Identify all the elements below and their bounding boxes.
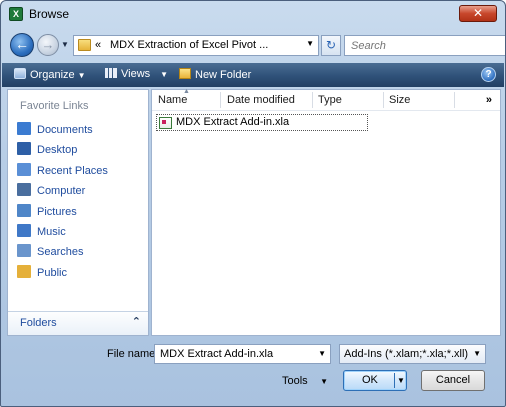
forward-arrow-icon: → [41, 37, 55, 52]
cancel-button[interactable]: Cancel [421, 370, 485, 391]
file-type-value: Add-Ins (*.xlam;*.xla;*.xll) [344, 348, 469, 360]
ok-button[interactable]: OK ▼ [343, 370, 407, 391]
new-folder-icon [179, 68, 191, 79]
views-button[interactable]: Views ▼ [105, 68, 168, 80]
file-name: MDX Extract Add-in.xla [176, 116, 290, 128]
sidebar-item-label: Public [37, 266, 67, 279]
chevron-down-icon[interactable]: ▼ [397, 376, 405, 385]
back-button[interactable]: ← [10, 33, 34, 57]
address-dropdown-icon[interactable]: ▼ [306, 39, 314, 48]
search-box[interactable]: ⚲ [344, 35, 505, 56]
sidebar-item-documents[interactable]: Documents [8, 121, 148, 141]
sidebar-item-label: Computer [37, 185, 86, 198]
new-folder-label: New Folder [195, 69, 252, 81]
recent-places-icon [17, 162, 31, 176]
column-divider[interactable] [220, 92, 221, 108]
folders-label: Folders [20, 317, 57, 329]
forward-button[interactable]: → [37, 34, 59, 56]
sidebar-item-computer[interactable]: Computer [8, 182, 148, 202]
sidebar-item-pictures[interactable]: Pictures [8, 203, 148, 223]
organize-icon [14, 68, 26, 79]
sidebar-item-music[interactable]: Music [8, 223, 148, 243]
file-row[interactable]: MDX Extract Add-in.xla [156, 114, 368, 131]
organize-button[interactable]: Organize ▼ [14, 68, 86, 81]
chevron-down-icon: ▼ [320, 377, 328, 386]
address-row: ← → ▼ « MDX Extraction of Excel Pivot ..… [1, 29, 505, 61]
file-name-combobox[interactable]: ▼ [154, 344, 331, 364]
back-arrow-icon: ← [15, 36, 29, 52]
file-type-select[interactable]: Add-Ins (*.xlam;*.xla;*.xll) ▼ [339, 344, 486, 364]
chevron-down-icon: ▼ [77, 71, 86, 80]
window-title: Browse [29, 7, 70, 21]
folder-icon [78, 39, 91, 51]
music-icon [17, 223, 31, 237]
column-header-type[interactable]: Type [318, 94, 342, 106]
sidebar-item-desktop[interactable]: Desktop [8, 141, 148, 161]
address-bar[interactable]: « MDX Extraction of Excel Pivot ... ▼ [73, 35, 319, 56]
search-input[interactable] [349, 37, 489, 55]
column-header-name[interactable]: Name [158, 94, 187, 106]
title-bar[interactable]: X Browse ✕ [1, 1, 505, 27]
excel-addin-file-icon [159, 117, 172, 129]
searches-icon [17, 244, 31, 258]
chevron-up-icon: ⌃ [131, 316, 141, 328]
navigation-pane: Favorite Links Documents Desktop Recent Pl… [7, 89, 149, 336]
new-folder-button[interactable]: New Folder [179, 68, 251, 81]
refresh-button[interactable]: ↻ [321, 35, 341, 56]
computer-icon [17, 183, 31, 197]
documents-icon [17, 122, 31, 135]
views-icon [105, 68, 117, 78]
desktop-icon [17, 142, 31, 156]
ok-label: OK [362, 374, 378, 386]
file-list-pane: Name ▲ Date modified Type Size » MDX Ext… [151, 88, 501, 336]
sidebar-item-public[interactable]: Public [8, 264, 148, 284]
sidebar-item-label: Music [37, 225, 66, 238]
column-header-size[interactable]: Size [389, 94, 410, 106]
close-button[interactable]: ✕ [459, 5, 497, 22]
history-dropdown-icon[interactable]: ▼ [61, 40, 69, 49]
favorite-links-list: Documents Desktop Recent Places Computer Pic… [8, 121, 148, 284]
tools-label: Tools [282, 375, 308, 387]
column-header-date-modified[interactable]: Date modified [227, 94, 295, 106]
sidebar-item-searches[interactable]: Searches [8, 243, 148, 263]
sidebar-item-label: Recent Places [37, 164, 108, 177]
file-name-input[interactable] [158, 346, 308, 362]
split-divider [394, 373, 395, 388]
chevron-down-icon: ▼ [160, 70, 169, 79]
address-path[interactable]: MDX Extraction of Excel Pivot ... [110, 39, 268, 51]
views-label: Views [121, 68, 151, 80]
column-divider[interactable] [312, 92, 313, 108]
help-icon: ? [485, 69, 492, 80]
favorite-links-header: Favorite Links [20, 100, 89, 112]
column-divider[interactable] [454, 92, 455, 108]
sidebar-item-label: Searches [37, 246, 84, 259]
column-divider[interactable] [383, 92, 384, 108]
pictures-icon [17, 203, 31, 217]
sidebar-item-label: Documents [37, 124, 93, 136]
help-button[interactable]: ? [481, 67, 496, 82]
file-name-label: File name: [107, 348, 159, 360]
browse-dialog: X Browse ✕ ← → ▼ « MDX Extraction of Exc… [0, 0, 506, 407]
sort-ascending-icon: ▲ [183, 88, 190, 95]
organize-label: Organize [30, 69, 75, 81]
command-toolbar: Organize ▼ Views ▼ New Folder ? [2, 63, 504, 87]
sidebar-item-label: Pictures [37, 205, 77, 218]
sidebar-item-label: Desktop [37, 144, 78, 157]
column-headers: Name ▲ Date modified Type Size » [152, 88, 500, 111]
tools-button[interactable]: Tools ▼ [279, 372, 331, 392]
excel-app-icon: X [9, 7, 23, 21]
chevron-down-icon[interactable]: ▼ [318, 349, 326, 358]
folders-toggle[interactable]: Folders ⌃ [8, 311, 148, 335]
refresh-icon: ↻ [325, 38, 337, 52]
chevron-down-icon: ▼ [473, 349, 481, 358]
path-overflow-chevron[interactable]: « [95, 39, 101, 51]
public-folder-icon [17, 264, 31, 278]
close-icon: ✕ [472, 6, 484, 20]
sidebar-item-recent-places[interactable]: Recent Places [8, 162, 148, 182]
more-columns-icon[interactable]: » [486, 94, 492, 106]
